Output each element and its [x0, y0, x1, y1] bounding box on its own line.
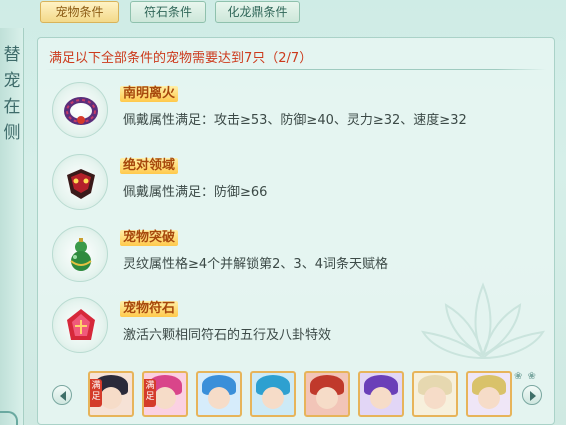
pet-face: [478, 387, 500, 409]
condition-desc: 佩戴属性满足：攻击≥53、防御≥40、灵力≥32、速度≥32: [123, 113, 467, 128]
condition-title: 宠物突破: [120, 230, 179, 246]
condition-item: 南明离火 佩戴属性满足：攻击≥53、防御≥40、灵力≥32、速度≥32: [48, 82, 548, 142]
mask-icon: [52, 154, 108, 210]
side-banner-corner: [0, 411, 18, 425]
pet-face: [262, 387, 284, 409]
bracelet-icon: [52, 82, 108, 138]
pet-thumbnail[interactable]: [196, 371, 242, 417]
pet-face: [100, 387, 122, 409]
tab-runestone-conditions[interactable]: 符石条件: [130, 1, 206, 23]
condition-desc: 激活六颗相同符石的五行及八卦特效: [123, 328, 332, 343]
next-button[interactable]: [522, 385, 542, 405]
tab-dragon-cauldron-conditions[interactable]: 化龙鼎条件: [215, 1, 300, 23]
condition-item: 绝对领域 佩戴属性满足：防御≥66: [48, 154, 548, 214]
chevron-right-icon: [530, 391, 536, 401]
pet-thumbnail[interactable]: 满足: [88, 371, 134, 417]
conditions-panel: 满足以下全部条件的宠物需要达到7只（2/7） 南明离火 佩戴属性满足：攻击≥53…: [37, 37, 555, 425]
pet-thumbnail[interactable]: [358, 371, 404, 417]
pet-face: [424, 387, 446, 409]
prev-button[interactable]: [52, 385, 72, 405]
condition-desc: 佩戴属性满足：防御≥66: [123, 185, 268, 200]
condition-desc: 灵纹属性格≥4个并解锁第2、3、4词条天赋格: [123, 257, 388, 272]
pet-face: [208, 387, 230, 409]
tab-pet-conditions[interactable]: 宠物条件: [40, 1, 119, 23]
talisman-stone-icon: [52, 297, 108, 353]
decorative-swirl-icon: ❀ ❀: [514, 371, 537, 382]
pet-thumbnail[interactable]: 满足: [142, 371, 188, 417]
gourd-icon: [52, 226, 108, 282]
pet-thumbnail[interactable]: [412, 371, 458, 417]
side-banner-text: 替宠在侧: [3, 45, 21, 143]
condition-title: 宠物符石: [120, 301, 179, 317]
condition-title: 南明离火: [120, 86, 179, 102]
requirement-text: 满足以下全部条件的宠物需要达到7只（2/7）: [49, 51, 313, 66]
side-banner: 替宠在侧: [0, 28, 24, 425]
condition-item: 宠物突破 灵纹属性格≥4个并解锁第2、3、4词条天赋格: [48, 226, 548, 286]
pet-thumbnail[interactable]: [304, 371, 350, 417]
satisfied-badge: 满足: [90, 379, 102, 407]
pet-carousel: 满足 满足: [44, 369, 549, 421]
satisfied-badge: 满足: [144, 379, 156, 407]
header-divider: [46, 69, 546, 70]
pet-face: [154, 387, 176, 409]
condition-item: 宠物符石 激活六颗相同符石的五行及八卦特效: [48, 297, 548, 357]
chevron-left-icon: [60, 391, 66, 401]
pet-thumbnail[interactable]: [466, 371, 512, 417]
condition-title: 绝对领域: [120, 158, 179, 174]
pet-thumbnail[interactable]: [250, 371, 296, 417]
pet-face: [316, 387, 338, 409]
pet-face: [370, 387, 392, 409]
